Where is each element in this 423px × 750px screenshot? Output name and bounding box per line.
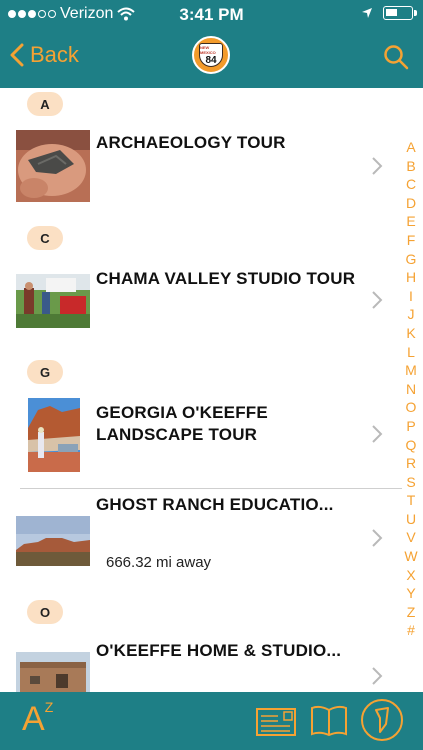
book-icon[interactable] (310, 704, 348, 738)
index-letter[interactable]: D (406, 194, 416, 213)
index-letter[interactable]: K (406, 324, 415, 343)
status-right (361, 6, 417, 20)
status-bar: Verizon 3:41 PM (0, 0, 423, 28)
thumbnail-image (16, 652, 90, 692)
index-letter[interactable]: Y (406, 584, 415, 603)
section-header-g: G (27, 360, 63, 384)
item-title: ARCHAEOLOGY TOUR (96, 133, 286, 152)
bottom-toolbar: AZ (0, 692, 423, 750)
chevron-left-icon (10, 43, 24, 67)
index-letter[interactable]: Q (406, 436, 417, 455)
route-84-logo: NEW MEXICO 84 (192, 36, 230, 74)
search-icon[interactable] (383, 44, 409, 70)
thumbnail-image (16, 274, 90, 328)
map-marker-icon[interactable] (360, 698, 404, 742)
chevron-right-icon (372, 529, 383, 547)
section-header-c: C (27, 226, 63, 250)
az-sort-button[interactable]: AZ (22, 698, 54, 739)
postcard-icon[interactable] (256, 708, 296, 736)
index-letter[interactable]: O (406, 398, 417, 417)
index-letter[interactable]: S (406, 473, 415, 492)
index-letter[interactable]: U (406, 510, 416, 529)
index-letter[interactable]: T (407, 491, 416, 510)
logo-state-text: NEW MEXICO (200, 44, 216, 55)
item-title: CHAMA VALLEY STUDIO TOUR (96, 269, 356, 288)
index-letter[interactable]: P (406, 417, 415, 436)
index-letter[interactable]: B (406, 157, 415, 176)
index-letter[interactable]: I (409, 287, 413, 306)
alphabet-index[interactable]: A B C D E F G H I J K L M N O P Q R S T U V W X Y Z # (403, 138, 419, 640)
item-distance: 666.32 mi away (106, 554, 212, 571)
index-letter[interactable]: E (406, 212, 415, 231)
list-item-ghost-ranch-education[interactable]: GHOST RANCH EDUCATIO... 666.32 mi away (0, 495, 398, 594)
thumbnail-image (28, 398, 80, 472)
chevron-right-icon (372, 157, 383, 175)
row-divider (20, 488, 402, 489)
tour-list[interactable]: A ARCHAEOLOGY TOUR C CHAMA VALLEY STUDIO… (0, 88, 423, 692)
index-letter[interactable]: A (406, 138, 415, 157)
header: Verizon 3:41 PM Back NEW MEXICO 84 (0, 0, 423, 88)
chevron-right-icon (372, 425, 383, 443)
az-sup-letter: Z (44, 698, 54, 715)
az-main-letter: A (22, 700, 45, 738)
list-item-archaeology-tour[interactable]: ARCHAEOLOGY TOUR (0, 128, 398, 208)
status-time: 3:41 PM (179, 5, 244, 24)
index-letter[interactable]: # (407, 621, 415, 640)
list-item-okeeffe-home-studio[interactable]: O'KEEFFE HOME & STUDIO... (0, 636, 398, 692)
index-letter[interactable]: F (407, 231, 416, 250)
index-letter[interactable]: H (406, 268, 416, 287)
location-arrow-icon (362, 8, 372, 18)
chevron-right-icon (372, 667, 383, 685)
index-letter[interactable]: J (408, 305, 415, 324)
item-title: GHOST RANCH EDUCATIO... (96, 495, 334, 514)
logo-route-number: 84 (205, 54, 217, 66)
app-root: Verizon 3:41 PM Back NEW MEXICO 84 A ARC… (0, 0, 423, 750)
battery-icon (383, 6, 417, 20)
section-header-a: A (27, 92, 63, 116)
item-title: O'KEEFFE HOME & STUDIO... (96, 641, 342, 660)
index-letter[interactable]: M (405, 361, 417, 380)
index-letter[interactable]: X (406, 566, 415, 585)
list-item-georgia-okeeffe-landscape-tour[interactable]: GEORGIA O'KEEFFE LANDSCAPE TOUR (0, 396, 398, 486)
index-letter[interactable]: L (407, 343, 415, 362)
thumbnail-image (16, 130, 90, 202)
navigation-bar: Back NEW MEXICO 84 (0, 30, 423, 86)
index-letter[interactable]: R (406, 454, 416, 473)
thumbnail-image (16, 516, 90, 566)
section-header-o: O (27, 600, 63, 624)
item-title: GEORGIA O'KEEFFE LANDSCAPE TOUR (96, 403, 268, 444)
index-letter[interactable]: C (406, 175, 416, 194)
index-letter[interactable]: G (406, 250, 417, 269)
back-button[interactable]: Back (10, 42, 79, 68)
index-letter[interactable]: W (404, 547, 417, 566)
back-label: Back (30, 42, 79, 67)
list-item-chama-valley-studio-tour[interactable]: CHAMA VALLEY STUDIO TOUR (0, 262, 398, 342)
index-letter[interactable]: N (406, 380, 416, 399)
chevron-right-icon (372, 291, 383, 309)
route-shield-icon: NEW MEXICO 84 (199, 43, 223, 67)
index-letter[interactable]: V (406, 528, 415, 547)
index-letter[interactable]: Z (407, 603, 416, 622)
